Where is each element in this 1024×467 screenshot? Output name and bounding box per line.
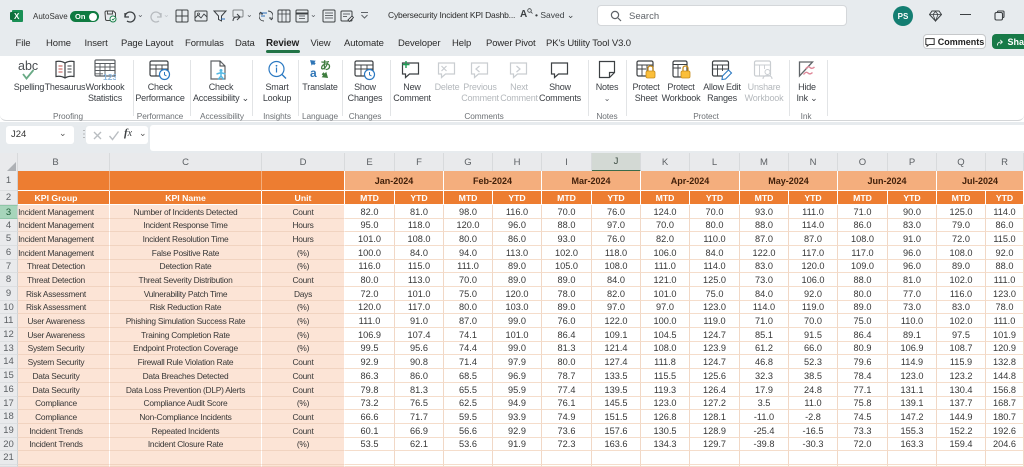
svg-text:X: X bbox=[14, 12, 20, 21]
svg-text:a: a bbox=[310, 66, 317, 80]
svg-text:あ: あ bbox=[320, 60, 331, 72]
svg-text:abc: abc bbox=[18, 59, 38, 73]
svg-text:123: 123 bbox=[103, 72, 116, 81]
